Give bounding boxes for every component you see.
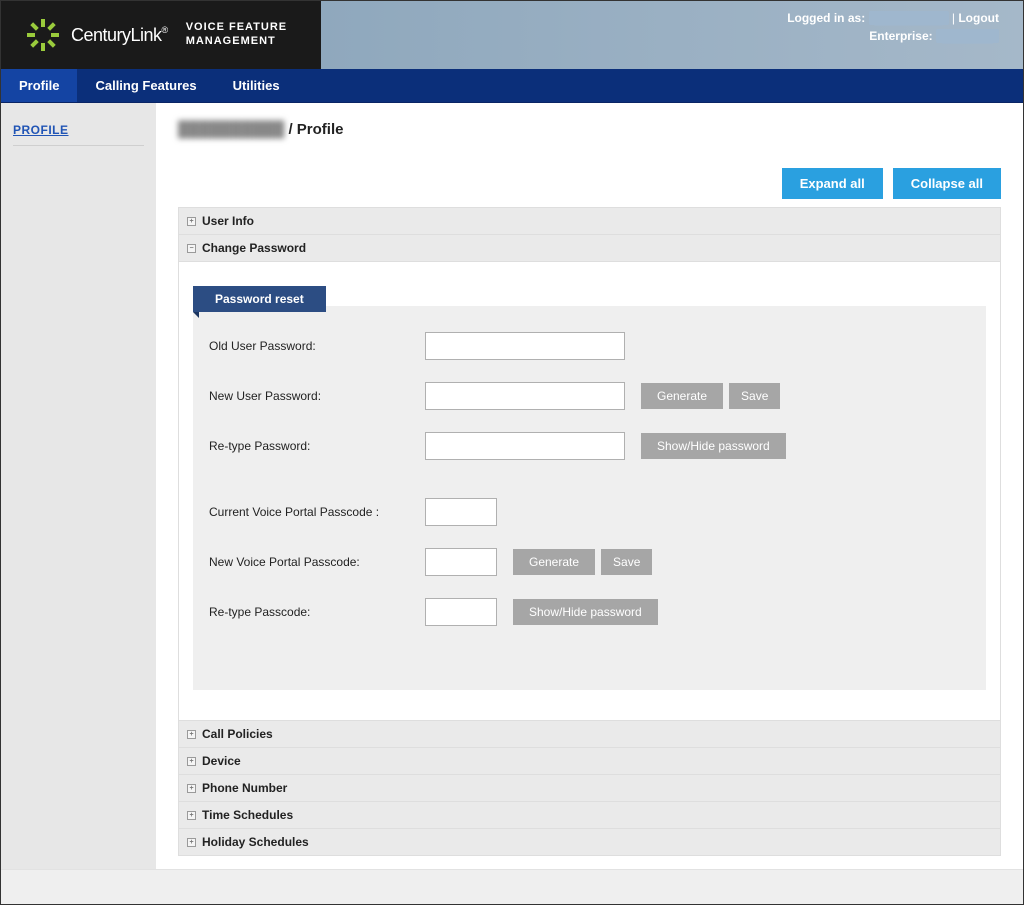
new-user-password-input[interactable]	[425, 382, 625, 410]
sidebar-link-profile[interactable]: PROFILE	[13, 123, 69, 137]
main-panel: ██████████ / Profile Expand all Collapse…	[156, 103, 1023, 869]
logout-link[interactable]: Logout	[958, 11, 999, 25]
label-old-user-password: Old User Password:	[209, 339, 409, 353]
collapse-all-button[interactable]: Collapse all	[893, 168, 1001, 199]
save-password-button[interactable]: Save	[729, 383, 780, 409]
acc-header-time-schedules[interactable]: + Time Schedules	[179, 802, 1000, 829]
row-old-user-password: Old User Password:	[209, 332, 970, 360]
plus-icon: +	[187, 730, 196, 739]
plus-icon: +	[187, 757, 196, 766]
page-title: Profile	[297, 121, 344, 138]
showhide-passcode-button[interactable]: Show/Hide password	[513, 599, 658, 625]
header-user-info: Logged in as: ████████ | Logout Enterpri…	[787, 9, 999, 45]
password-reset-form: Old User Password: New User Password: Ge…	[193, 306, 986, 626]
content-layout: PROFILE ██████████ / Profile Expand all …	[1, 103, 1023, 869]
save-passcode-button[interactable]: Save	[601, 549, 652, 575]
new-voice-passcode-input[interactable]	[425, 548, 497, 576]
acc-header-change-password[interactable]: − Change Password	[179, 235, 1000, 262]
acc-call-policies: + Call Policies	[179, 721, 1000, 748]
tab-utilities[interactable]: Utilities	[215, 69, 298, 102]
expand-all-button[interactable]: Expand all	[782, 168, 883, 199]
acc-time-schedules: + Time Schedules	[179, 802, 1000, 829]
current-voice-passcode-input[interactable]	[425, 498, 497, 526]
profile-accordion: + User Info − Change Password Password r…	[178, 207, 1001, 856]
centurylink-logo-icon	[25, 17, 61, 53]
enterprise-label: Enterprise:	[869, 29, 932, 43]
label-current-voice-passcode: Current Voice Portal Passcode :	[209, 505, 409, 519]
acc-holiday-schedules: + Holiday Schedules	[179, 829, 1000, 855]
label-new-user-password: New User Password:	[209, 389, 409, 403]
acc-device: + Device	[179, 748, 1000, 775]
old-user-password-input[interactable]	[425, 332, 625, 360]
acc-change-password: − Change Password Password reset Old Use…	[179, 235, 1000, 721]
row-new-voice-passcode: New Voice Portal Passcode: Generate Save	[209, 548, 970, 576]
minus-icon: −	[187, 244, 196, 253]
acc-body-change-password: Password reset Old User Password: New Us…	[179, 262, 1000, 721]
row-new-user-password: New User Password: Generate Save	[209, 382, 970, 410]
acc-header-device[interactable]: + Device	[179, 748, 1000, 775]
logged-in-user: ████████	[869, 11, 949, 25]
breadcrumb: ██████████ / Profile	[178, 121, 1001, 138]
plus-icon: +	[187, 217, 196, 226]
app-title: VOICE FEATURE MANAGEMENT	[186, 21, 287, 49]
acc-header-user-info[interactable]: + User Info	[179, 208, 1000, 235]
brand-name: CenturyLink®	[71, 25, 168, 46]
brand-logo: CenturyLink®	[1, 17, 168, 53]
generate-passcode-button[interactable]: Generate	[513, 549, 595, 575]
logged-in-label: Logged in as:	[787, 11, 865, 25]
row-retype-password: Re-type Password: Show/Hide password	[209, 432, 970, 460]
main-nav: Profile Calling Features Utilities	[1, 69, 1023, 103]
plus-icon: +	[187, 784, 196, 793]
label-retype-password: Re-type Password:	[209, 439, 409, 453]
plus-icon: +	[187, 838, 196, 847]
showhide-password-button[interactable]: Show/Hide password	[641, 433, 786, 459]
acc-user-info: + User Info	[179, 208, 1000, 235]
row-retype-passcode: Re-type Passcode: Show/Hide password	[209, 598, 970, 626]
expand-collapse-row: Expand all Collapse all	[178, 168, 1001, 199]
header-brand-area: CenturyLink® VOICE FEATURE MANAGEMENT	[1, 1, 321, 69]
acc-phone-number: + Phone Number	[179, 775, 1000, 802]
footer-bar	[1, 869, 1023, 904]
label-retype-passcode: Re-type Passcode:	[209, 605, 409, 619]
row-current-voice-passcode: Current Voice Portal Passcode :	[209, 498, 970, 526]
app-header: CenturyLink® VOICE FEATURE MANAGEMENT Lo…	[1, 1, 1023, 69]
password-reset-tab: Password reset	[193, 286, 326, 312]
enterprise-value: ██████	[936, 29, 999, 43]
sidebar: PROFILE	[1, 103, 156, 869]
password-reset-panel: Password reset Old User Password: New Us…	[193, 306, 986, 690]
acc-header-phone-number[interactable]: + Phone Number	[179, 775, 1000, 802]
generate-password-button[interactable]: Generate	[641, 383, 723, 409]
plus-icon: +	[187, 811, 196, 820]
tab-profile[interactable]: Profile	[1, 69, 77, 102]
label-new-voice-passcode: New Voice Portal Passcode:	[209, 555, 409, 569]
sidebar-divider	[13, 145, 144, 146]
acc-header-holiday-schedules[interactable]: + Holiday Schedules	[179, 829, 1000, 855]
retype-passcode-input[interactable]	[425, 598, 497, 626]
tab-calling-features[interactable]: Calling Features	[77, 69, 214, 102]
retype-password-input[interactable]	[425, 432, 625, 460]
acc-header-call-policies[interactable]: + Call Policies	[179, 721, 1000, 748]
